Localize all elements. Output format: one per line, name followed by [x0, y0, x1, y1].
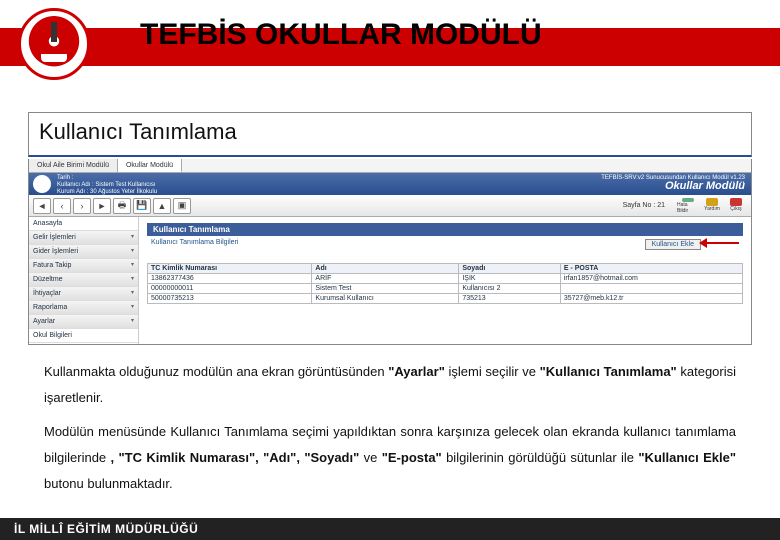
sidebar-item[interactable]: Raporlama▾ [29, 301, 138, 315]
table-cell: Kurumsal Kullanıcı [312, 294, 459, 304]
paragraph-1: Kullanmakta olduğunuz modülün ana ekran … [44, 359, 736, 411]
callout-arrow-icon [699, 239, 739, 247]
hata-bildir-button[interactable]: Hata Bildir [677, 198, 699, 214]
cikis-button[interactable]: Çıkış [725, 198, 747, 214]
tab-okullar[interactable]: Okullar Modülü [118, 159, 182, 172]
tab-okul-aile[interactable]: Okul Aile Birimi Modülü [29, 159, 118, 172]
subtitle-box: Kullanıcı Tanımlama [28, 112, 752, 157]
banner-right-big: Okullar Modülü [601, 182, 745, 190]
toolbar-nav3-icon[interactable]: › [73, 198, 91, 214]
banner-line1: Tarih : [57, 175, 157, 182]
table-header: Soyadı [459, 264, 560, 274]
banner-line3: Kurum Adı : 30 Ağustos Yeter İlkokulu [57, 189, 157, 196]
table-cell: Kullanıcısı 2 [459, 284, 560, 294]
subtitle: Kullanıcı Tanımlama [39, 119, 741, 145]
table-cell: 00000000011 [148, 284, 312, 294]
toolbar-save-icon[interactable]: 💾 [133, 198, 151, 214]
sidebar-item[interactable]: Okul Bilgileri [29, 329, 138, 343]
table-cell [560, 284, 742, 294]
toolbar-export-icon[interactable]: ▣ [173, 198, 191, 214]
content-panel: Kullanıcı Tanımlama Kullanıcı Tanımlama … [139, 217, 751, 344]
table-cell: ARİF [312, 274, 459, 284]
sidebar-item[interactable]: Gelir İşlemleri▾ [29, 231, 138, 245]
table-row[interactable]: 50000735213Kurumsal Kullanıcı73521335727… [148, 294, 743, 304]
chevron-down-icon: ▾ [131, 247, 134, 256]
torch-icon [51, 22, 57, 42]
user-table: TC Kimlik NumarasıAdıSoyadıE - POSTA 138… [147, 263, 743, 304]
toolbar-nav4-icon[interactable]: ► [93, 198, 111, 214]
table-cell: Sistem Test [312, 284, 459, 294]
footer-bar: İL MİLLÎ EĞİTİM MÜDÜRLÜĞÜ [0, 518, 780, 540]
sidebar: AnasayfaGelir İşlemleri▾Gider İşlemleri▾… [29, 217, 139, 344]
toolbar: ◄ ‹ › ► 🖶 💾 ▲ ▣ Sayfa No : 21 Hata Bildi… [29, 195, 751, 217]
banner-line2: Kullanıcı Adı : Sistem Test Kullanıcısı [57, 182, 157, 189]
yardim-button[interactable]: Yardım [701, 198, 723, 214]
banner-info: Tarih : Kullanıcı Adı : Sistem Test Kull… [57, 175, 157, 196]
chevron-down-icon: ▾ [131, 303, 134, 312]
table-cell: IŞIK [459, 274, 560, 284]
table-header: Adı [312, 264, 459, 274]
paragraph-2: Modülün menüsünde Kullanıcı Tanımlama se… [44, 419, 736, 497]
chevron-down-icon: ▾ [131, 317, 134, 326]
chevron-down-icon: ▾ [131, 289, 134, 298]
table-cell: 50000735213 [148, 294, 312, 304]
help-icon [706, 198, 718, 206]
table-header: TC Kimlik Numarası [148, 264, 312, 274]
add-user-button[interactable]: Kullanıcı Ekle [645, 239, 701, 250]
table-header: E - POSTA [560, 264, 742, 274]
work-area: AnasayfaGelir İşlemleri▾Gider İşlemleri▾… [29, 217, 751, 344]
toolbar-nav1-icon[interactable]: ◄ [33, 198, 51, 214]
sidebar-item[interactable]: Gider İşlemleri▾ [29, 245, 138, 259]
toolbar-nav2-icon[interactable]: ‹ [53, 198, 71, 214]
sidebar-item[interactable]: Banka Hesap Bilgileri [29, 343, 138, 345]
table-row[interactable]: 13862377436ARİFIŞIKirfan1857@hotmail.com [148, 274, 743, 284]
table-cell: 35727@meb.k12.tr [560, 294, 742, 304]
table-cell: irfan1857@hotmail.com [560, 274, 742, 284]
meb-logo-inner [26, 16, 82, 72]
sidebar-item[interactable]: Anasayfa [29, 217, 138, 231]
page-number: Sayfa No : 21 [623, 202, 665, 209]
panel-title: Kullanıcı Tanımlama [147, 223, 743, 236]
toolbar-print-icon[interactable]: 🖶 [113, 198, 131, 214]
table-row[interactable]: 00000000011Sistem TestKullanıcısı 2 [148, 284, 743, 294]
chevron-down-icon: ▾ [131, 233, 134, 242]
table-cell: 735213 [459, 294, 560, 304]
sidebar-item[interactable]: Fatura Takip▾ [29, 259, 138, 273]
sidebar-item[interactable]: İhtiyaçlar▾ [29, 287, 138, 301]
sidebar-item[interactable]: Ayarlar▾ [29, 315, 138, 329]
book-icon [41, 54, 67, 62]
sidebar-item[interactable]: Düzeltme▾ [29, 273, 138, 287]
slide-header: TEFBİS OKULLAR MODÜLÜ [0, 0, 780, 90]
chevron-down-icon: ▾ [131, 275, 134, 284]
exit-icon [730, 198, 742, 206]
banner-logo-icon [33, 175, 51, 193]
description-text: Kullanmakta olduğunuz modülün ana ekran … [44, 359, 736, 497]
toolbar-pdf-icon[interactable]: ▲ [153, 198, 171, 214]
chevron-down-icon: ▾ [131, 261, 134, 270]
page-title: TEFBİS OKULLAR MODÜLÜ [140, 18, 542, 52]
toolbar-right-icons: Hata Bildir Yardım Çıkış [677, 198, 747, 214]
meb-logo [18, 8, 90, 80]
banner-right: TEFBİS-SRV:v2 Sunucusundan Kullanıcı Mod… [601, 174, 745, 190]
app-screenshot: Okul Aile Birimi Modülü Okullar Modülü T… [28, 159, 752, 345]
table-cell: 13862377436 [148, 274, 312, 284]
module-tabs: Okul Aile Birimi Modülü Okullar Modülü [29, 159, 751, 173]
app-banner: Tarih : Kullanıcı Adı : Sistem Test Kull… [29, 173, 751, 195]
